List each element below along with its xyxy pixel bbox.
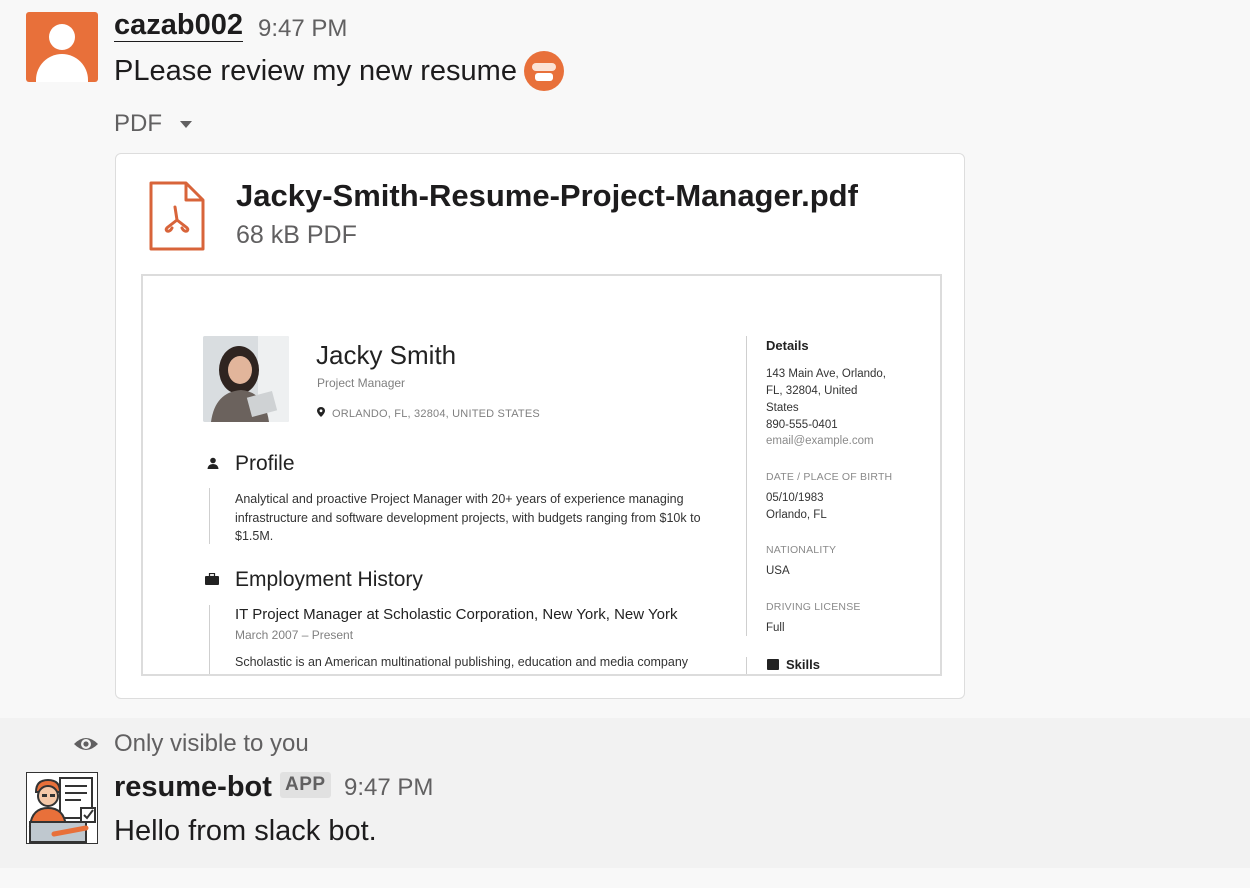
resume-photo xyxy=(203,336,289,422)
birth-date: 05/10/1983 xyxy=(766,492,824,504)
resume-location: ORLANDO, FL, 32804, UNITED STATES xyxy=(332,408,540,420)
profile-divider xyxy=(209,488,210,544)
profile-text: Analytical and proactive Project Manager… xyxy=(235,492,701,543)
bot-timestamp[interactable]: 9:47 PM xyxy=(344,772,433,804)
birth-place: Orlando, FL xyxy=(766,509,827,521)
employment-divider xyxy=(209,605,210,674)
grimace-emoji-icon[interactable] xyxy=(524,51,564,91)
person-icon xyxy=(207,457,219,469)
job1-dates: March 2007 – Present xyxy=(235,628,354,642)
email: email@example.com xyxy=(766,435,874,447)
resume-name: Jacky Smith xyxy=(316,340,457,370)
bot-username[interactable]: resume-bot xyxy=(114,770,272,804)
nationality-label: NATIONALITY xyxy=(766,544,837,556)
job1-description: Scholastic is an American multinational … xyxy=(235,655,689,669)
skills-icon xyxy=(767,659,779,670)
sidebar-divider-2 xyxy=(746,657,747,674)
app-badge: APP xyxy=(280,772,331,798)
skills-heading: Skills xyxy=(786,657,820,672)
license: Full xyxy=(766,622,785,634)
message-timestamp[interactable]: 9:47 PM xyxy=(258,13,347,45)
pdf-preview[interactable]: Jacky Smith Project Manager ORLANDO, FL,… xyxy=(141,274,942,676)
resume-job-title: Project Manager xyxy=(317,376,406,390)
file-name[interactable]: Jacky-Smith-Resume-Project-Manager.pdf xyxy=(236,176,858,216)
job1-title: IT Project Manager at Scholastic Corpora… xyxy=(235,606,678,623)
file-meta: 68 kB PDF xyxy=(236,221,357,249)
user-avatar[interactable] xyxy=(26,12,98,82)
chevron-down-icon[interactable] xyxy=(180,121,192,128)
employment-heading: Employment History xyxy=(235,568,423,591)
profile-heading: Profile xyxy=(235,452,295,475)
phone: 890-555-0401 xyxy=(766,419,838,431)
location-pin-icon xyxy=(317,407,325,417)
details-heading: Details xyxy=(766,338,809,353)
visibility-note: Only visible to you xyxy=(114,730,309,757)
nationality: USA xyxy=(766,565,790,577)
message-text: PLease review my new resume xyxy=(114,55,517,87)
eye-icon xyxy=(74,738,98,750)
message-username[interactable]: cazab002 xyxy=(114,9,243,42)
avatar-body-shape xyxy=(36,54,88,82)
avatar-head-shape xyxy=(49,24,75,50)
address: 143 Main Ave, Orlando, FL, 32804, United… xyxy=(766,368,886,414)
birth-label: DATE / PLACE OF BIRTH xyxy=(766,471,893,483)
bot-message-text: Hello from slack bot. xyxy=(114,815,377,847)
license-label: DRIVING LICENSE xyxy=(766,601,861,613)
briefcase-icon xyxy=(205,573,219,585)
sidebar-divider xyxy=(746,336,747,636)
attachment-toggle-label[interactable]: PDF xyxy=(114,108,162,140)
bot-avatar[interactable] xyxy=(26,772,98,844)
pdf-file-icon xyxy=(149,181,205,251)
